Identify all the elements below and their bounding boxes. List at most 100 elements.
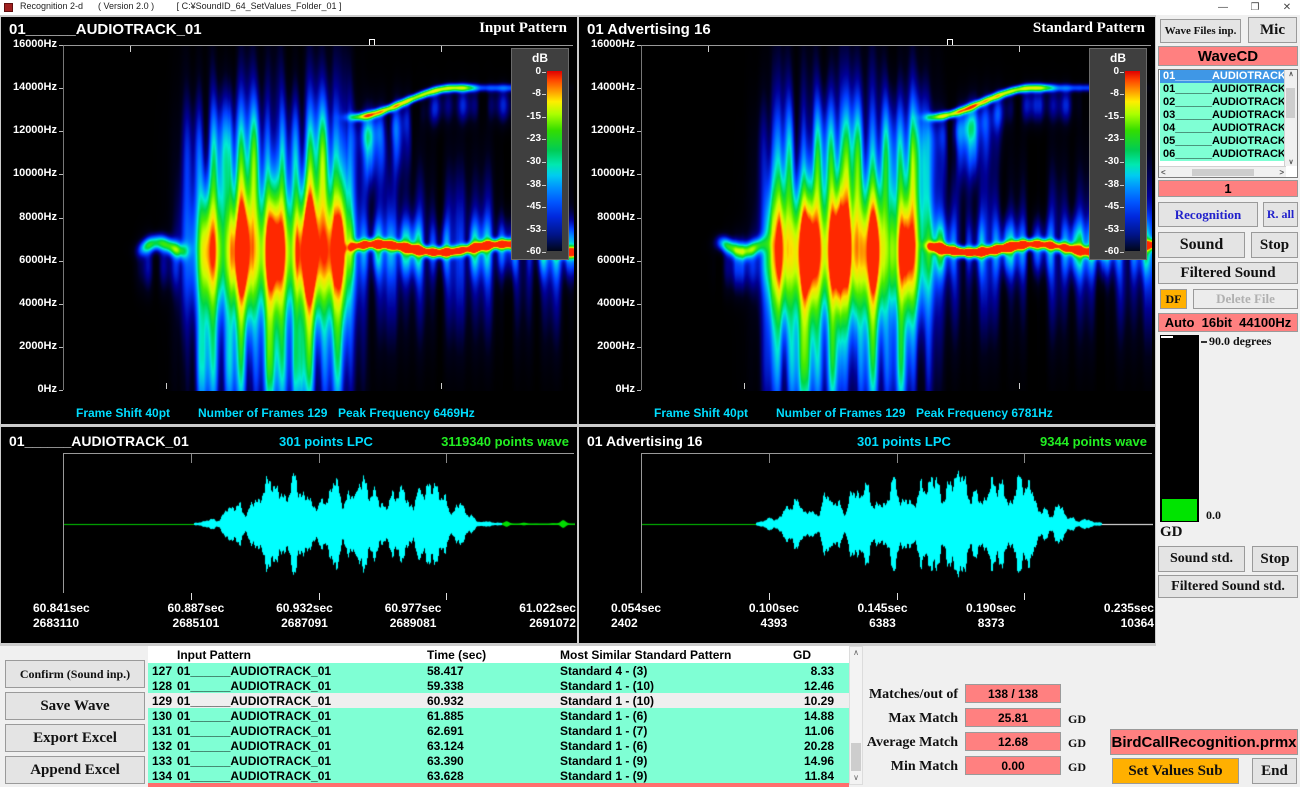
db-label: -30 [515, 156, 541, 167]
scroll-up-icon[interactable]: ∧ [1285, 70, 1297, 78]
row-number: 131 [148, 724, 175, 738]
filtered-sound-button[interactable]: Filtered Sound [1158, 262, 1298, 284]
table-row[interactable]: 130 01______AUDIOTRACK_01 61.885 Standar… [148, 708, 849, 723]
freq-label: 10000Hz [1, 167, 57, 179]
stop-std-button[interactable]: Stop [1252, 546, 1298, 572]
filtered-sound-std-button[interactable]: Filtered Sound std. [1158, 575, 1298, 598]
stop-button[interactable]: Stop [1251, 232, 1298, 258]
track-list-item[interactable]: 05______AUDIOTRACK_ [1160, 135, 1289, 148]
standard-spectrogram-plot [641, 45, 1151, 390]
plot-tick [1019, 46, 1020, 52]
axis-tick: 0.235sec10364 [1045, 601, 1154, 631]
confirm-sound-inp-button[interactable]: Confirm (Sound inp.) [5, 660, 145, 688]
track-listbox[interactable]: 01______AUDIOTRACK 01______AUDIOTRACK_ 0… [1158, 69, 1298, 178]
app-icon [4, 3, 13, 12]
row-gd: 8.33 [770, 664, 840, 678]
cursor-marker [369, 39, 375, 45]
input-spectrogram-panel: 01______AUDIOTRACK_01 Input Pattern 1600… [1, 17, 577, 424]
list-hscrollbar-thumb[interactable] [1192, 169, 1254, 176]
table-row[interactable]: 131 01______AUDIOTRACK_01 62.691 Standar… [148, 723, 849, 738]
standard-waveform-canvas [642, 454, 1153, 594]
axis-tick: 60.841sec2683110 [33, 601, 142, 631]
freq-label: 16000Hz [579, 38, 635, 50]
end-button[interactable]: End [1252, 758, 1297, 784]
db-gradient-bar [547, 71, 562, 251]
freq-label: 4000Hz [579, 297, 635, 309]
matches-label: Matches/out of [820, 687, 958, 703]
table-row[interactable]: 134 01______AUDIOTRACK_01 63.628 Standar… [148, 768, 849, 783]
row-number: 127 [148, 664, 175, 678]
row-time: 63.390 [427, 754, 560, 768]
mic-button[interactable]: Mic [1248, 17, 1297, 43]
track-list-item[interactable]: 06______AUDIOTRACK_ [1160, 148, 1289, 161]
matches-value: 138 / 138 [965, 684, 1061, 703]
axis-tick: 0.145sec6383 [828, 601, 937, 631]
table-row[interactable]: 127 01______AUDIOTRACK_01 58.417 Standar… [148, 663, 849, 678]
save-wave-button[interactable]: Save Wave [5, 692, 145, 720]
standard-spectrogram-canvas [642, 46, 1152, 391]
freq-label: 12000Hz [579, 124, 635, 136]
sound-button[interactable]: Sound [1158, 232, 1245, 258]
delete-file-button: Delete File [1193, 289, 1298, 309]
db-color-scale: dB 0 -8 -15 -23 -30 -38 -45 -53 -60 [1089, 48, 1147, 260]
row-input-pattern: 01______AUDIOTRACK_01 [175, 664, 427, 678]
table-row[interactable]: 128 01______AUDIOTRACK_01 59.338 Standar… [148, 678, 849, 693]
minimize-button[interactable]: — [1212, 0, 1234, 14]
sound-std-button[interactable]: Sound std. [1158, 546, 1245, 572]
scroll-left-icon[interactable]: < [1161, 168, 1166, 177]
restore-button[interactable]: ❐ [1244, 0, 1266, 14]
col-time: Time (sec) [427, 648, 560, 662]
next-row-partial [148, 783, 849, 787]
audio-format-label: Auto 16bit 44100Hz [1158, 313, 1298, 332]
input-spectrogram-title: 01______AUDIOTRACK_01 [9, 21, 202, 38]
wave-files-inp-button[interactable]: Wave Files inp. [1160, 19, 1241, 43]
track-list-item[interactable]: 01______AUDIOTRACK [1160, 70, 1289, 83]
table-row[interactable]: 133 01______AUDIOTRACK_01 63.390 Standar… [148, 753, 849, 768]
export-excel-button[interactable]: Export Excel [5, 724, 145, 752]
recognize-all-button[interactable]: R. all [1263, 202, 1298, 227]
track-list-item[interactable]: 03______AUDIOTRACK_ [1160, 109, 1289, 122]
meter-level-bar [1162, 499, 1197, 521]
row-standard: Standard 1 - (10) [560, 694, 770, 708]
plot-tick [319, 593, 320, 600]
track-list-item[interactable]: 01______AUDIOTRACK_ [1160, 83, 1289, 96]
meter-min-label: 0.0 [1206, 508, 1221, 523]
track-list-item[interactable]: 04______AUDIOTRACK_ [1160, 122, 1289, 135]
window-title: Recognition 2-d ( Version 2.0 ) [ C:¥Sou… [20, 1, 342, 11]
axis-tick: 60.887sec2685101 [142, 601, 251, 631]
table-row[interactable]: 132 01______AUDIOTRACK_01 63.124 Standar… [148, 738, 849, 753]
scroll-down-icon[interactable]: ∨ [1285, 158, 1297, 166]
row-standard: Standard 1 - (7) [560, 724, 770, 738]
freq-label: 8000Hz [1, 211, 57, 223]
scroll-up-icon[interactable]: ∧ [850, 648, 862, 658]
table-row[interactable]: 129 01______AUDIOTRACK_01 60.932 Standar… [148, 693, 849, 708]
plot-tick [769, 454, 770, 463]
db-label: -30 [1093, 156, 1119, 167]
row-time: 58.417 [427, 664, 560, 678]
freq-label: 0Hz [1, 383, 57, 395]
list-horizontal-scrollbar[interactable]: < > [1159, 166, 1286, 177]
plot-tick [441, 46, 442, 52]
input-spectrogram-canvas [64, 46, 574, 391]
min-match-unit: GD [1068, 760, 1086, 775]
db-scale-title: dB [512, 51, 568, 65]
db-label: -38 [1093, 179, 1119, 190]
track-list-item[interactable]: 02______AUDIOTRACK_ [1160, 96, 1289, 109]
input-pattern-label: Input Pattern [479, 20, 567, 37]
average-match-unit: GD [1068, 736, 1086, 751]
scroll-right-icon[interactable]: > [1279, 168, 1284, 177]
col-standard-pattern: Most Similar Standard Pattern [560, 648, 770, 662]
recognition-button[interactable]: Recognition [1158, 202, 1258, 227]
freq-label: 16000Hz [1, 38, 57, 50]
list-scrollbar-thumb[interactable] [1286, 88, 1295, 118]
append-excel-button[interactable]: Append Excel [5, 756, 145, 784]
close-button[interactable]: ✕ [1276, 0, 1298, 14]
list-vertical-scrollbar[interactable]: ∧ ∨ [1284, 70, 1297, 166]
db-color-scale: dB 0 -8 -15 -23 -30 -38 -45 -53 -60 [511, 48, 569, 260]
freq-label: 4000Hz [1, 297, 57, 309]
db-label: -38 [515, 179, 541, 190]
df-button[interactable]: DF [1160, 289, 1187, 309]
set-values-sub-button[interactable]: Set Values Sub [1112, 758, 1239, 784]
title-bar: Recognition 2-d ( Version 2.0 ) [ C:¥Sou… [0, 0, 1300, 15]
row-time: 63.124 [427, 739, 560, 753]
